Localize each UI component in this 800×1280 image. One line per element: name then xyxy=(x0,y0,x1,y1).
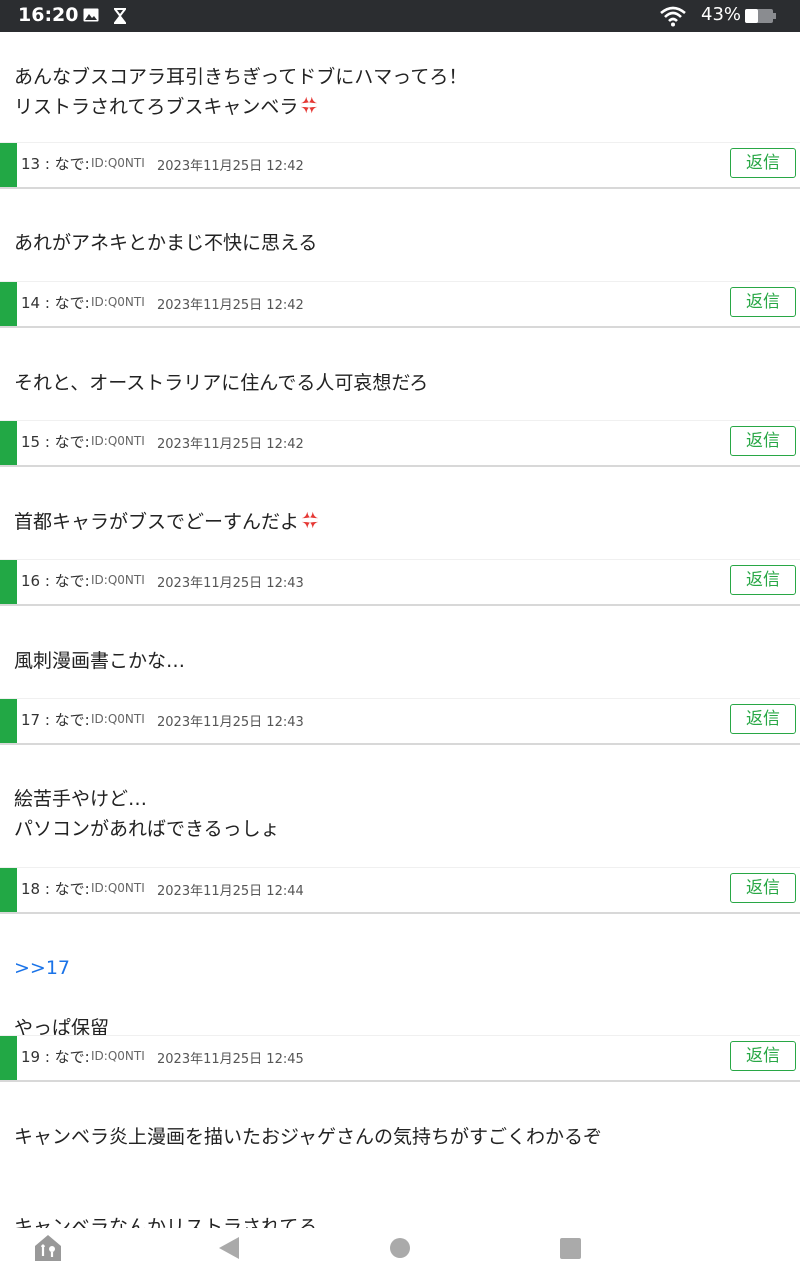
reply-button[interactable]: 返信 xyxy=(730,1041,796,1071)
post-body: それと、オーストラリアに住んでる人可哀想だろ xyxy=(14,338,428,398)
post-date: 2023年11月25日 12:43 xyxy=(157,715,304,730)
post-text: あれがアネキとかまじ不快に思える xyxy=(14,232,318,254)
reply-button[interactable]: 返信 xyxy=(730,287,796,317)
post-id: ID:Q0NTI xyxy=(91,156,145,170)
post-id: ID:Q0NTI xyxy=(91,712,145,726)
post-header: 15 : なで: ID:Q0NTI 2023年11月25日 12:42 返信 xyxy=(0,421,800,467)
post-header: 19 : なで: ID:Q0NTI 2023年11月25日 12:45 返信 xyxy=(0,1036,800,1082)
post-number-name: 16 : なで: xyxy=(21,572,90,590)
thread-content[interactable]: あんなブスコアラ耳引きちぎってドブにハマってろ！ リストラされてろブスキャンベラ… xyxy=(0,32,800,1228)
home-circle-icon[interactable] xyxy=(390,1238,410,1258)
post-id: ID:Q0NTI xyxy=(91,295,145,309)
post-body: 絵苦手やけど… パソコンがあればできるっしょ xyxy=(14,754,280,844)
post-header: 13 : なで: ID:Q0NTI 2023年11月25日 12:42 返信 xyxy=(0,143,800,189)
post-accent-bar xyxy=(0,1036,17,1080)
post-id: ID:Q0NTI xyxy=(91,434,145,448)
reply-button[interactable]: 返信 xyxy=(730,565,796,595)
post-accent-bar xyxy=(0,282,17,326)
post-number-name: 17 : なで: xyxy=(21,711,90,729)
anger-emoji-icon xyxy=(301,511,319,529)
post-accent-bar xyxy=(0,421,17,465)
post-body: あんなブスコアラ耳引きちぎってドブにハマってろ！ リストラされてろブスキャンベラ xyxy=(14,32,467,122)
post-text: 絵苦手やけど… パソコンがあればできるっしょ xyxy=(14,788,280,840)
post-accent-bar xyxy=(0,699,17,743)
post-date: 2023年11月25日 12:42 xyxy=(157,159,304,174)
recents-icon[interactable] xyxy=(560,1238,581,1259)
post-date: 2023年11月25日 12:42 xyxy=(157,437,304,452)
post-text: 首都キャラがブスでどーすんだよ xyxy=(14,511,300,533)
post-header: 17 : なで: ID:Q0NTI 2023年11月25日 12:43 返信 xyxy=(0,699,800,745)
reply-button[interactable]: 返信 xyxy=(730,873,796,903)
post-text: それと、オーストラリアに住んでる人可哀想だろ xyxy=(14,372,429,394)
post-body: キャンベラ炎上漫画を描いたおジャゲさんの気持ちがすごくわかるぞ キャンベラなんか… xyxy=(14,1092,602,1228)
post-accent-bar xyxy=(0,560,17,604)
post-date: 2023年11月25日 12:42 xyxy=(157,298,304,313)
post-header: 18 : なで: ID:Q0NTI 2023年11月25日 12:44 返信 xyxy=(0,868,800,914)
post-date: 2023年11月25日 12:45 xyxy=(157,1052,304,1067)
battery-percent: 43% xyxy=(701,4,742,25)
post-id: ID:Q0NTI xyxy=(91,881,145,895)
reply-anchor-link[interactable]: >>17 xyxy=(14,953,109,983)
post-number-name: 14 : なで: xyxy=(21,294,90,312)
system-nav-bar xyxy=(0,1228,800,1280)
post-body: 風刺漫画書こかな… xyxy=(14,616,185,676)
post-date: 2023年11月25日 12:43 xyxy=(157,576,304,591)
anger-emoji-icon xyxy=(301,96,318,114)
wifi-icon xyxy=(660,6,686,27)
post-header: 14 : なで: ID:Q0NTI 2023年11月25日 12:42 返信 xyxy=(0,282,800,328)
post-body: >>17 やっぱ保留 xyxy=(14,923,109,1043)
post-id: ID:Q0NTI xyxy=(91,1049,145,1063)
status-time: 16:20 xyxy=(18,4,79,26)
home-icon[interactable] xyxy=(32,1232,64,1264)
post-date: 2023年11月25日 12:44 xyxy=(157,884,304,899)
image-icon xyxy=(83,8,99,22)
post-body: 首都キャラがブスでどーすんだよ xyxy=(14,477,321,537)
battery-icon xyxy=(745,9,776,23)
post-accent-bar xyxy=(0,143,17,187)
hourglass-icon xyxy=(114,8,126,24)
post-number-name: 15 : なで: xyxy=(21,433,90,451)
post-number-name: 19 : なで: xyxy=(21,1048,90,1066)
reply-button[interactable]: 返信 xyxy=(730,148,796,178)
post-number-name: 18 : なで: xyxy=(21,880,90,898)
status-bar: 16:20 43% xyxy=(0,0,800,32)
post-id: ID:Q0NTI xyxy=(91,573,145,587)
post-header: 16 : なで: ID:Q0NTI 2023年11月25日 12:43 返信 xyxy=(0,560,800,606)
post-text: あんなブスコアラ耳引きちぎってドブにハマってろ！ リストラされてろブスキャンベラ xyxy=(14,66,468,118)
post-text: 風刺漫画書こかな… xyxy=(14,650,186,672)
reply-button[interactable]: 返信 xyxy=(730,704,796,734)
reply-button[interactable]: 返信 xyxy=(730,426,796,456)
post-accent-bar xyxy=(0,868,17,912)
post-text: キャンベラ炎上漫画を描いたおジャゲさんの気持ちがすごくわかるぞ キャンベラなんか… xyxy=(14,1126,603,1228)
back-icon[interactable] xyxy=(218,1236,240,1260)
post-number-name: 13 : なで: xyxy=(21,155,90,173)
post-body: あれがアネキとかまじ不快に思える xyxy=(14,198,317,258)
